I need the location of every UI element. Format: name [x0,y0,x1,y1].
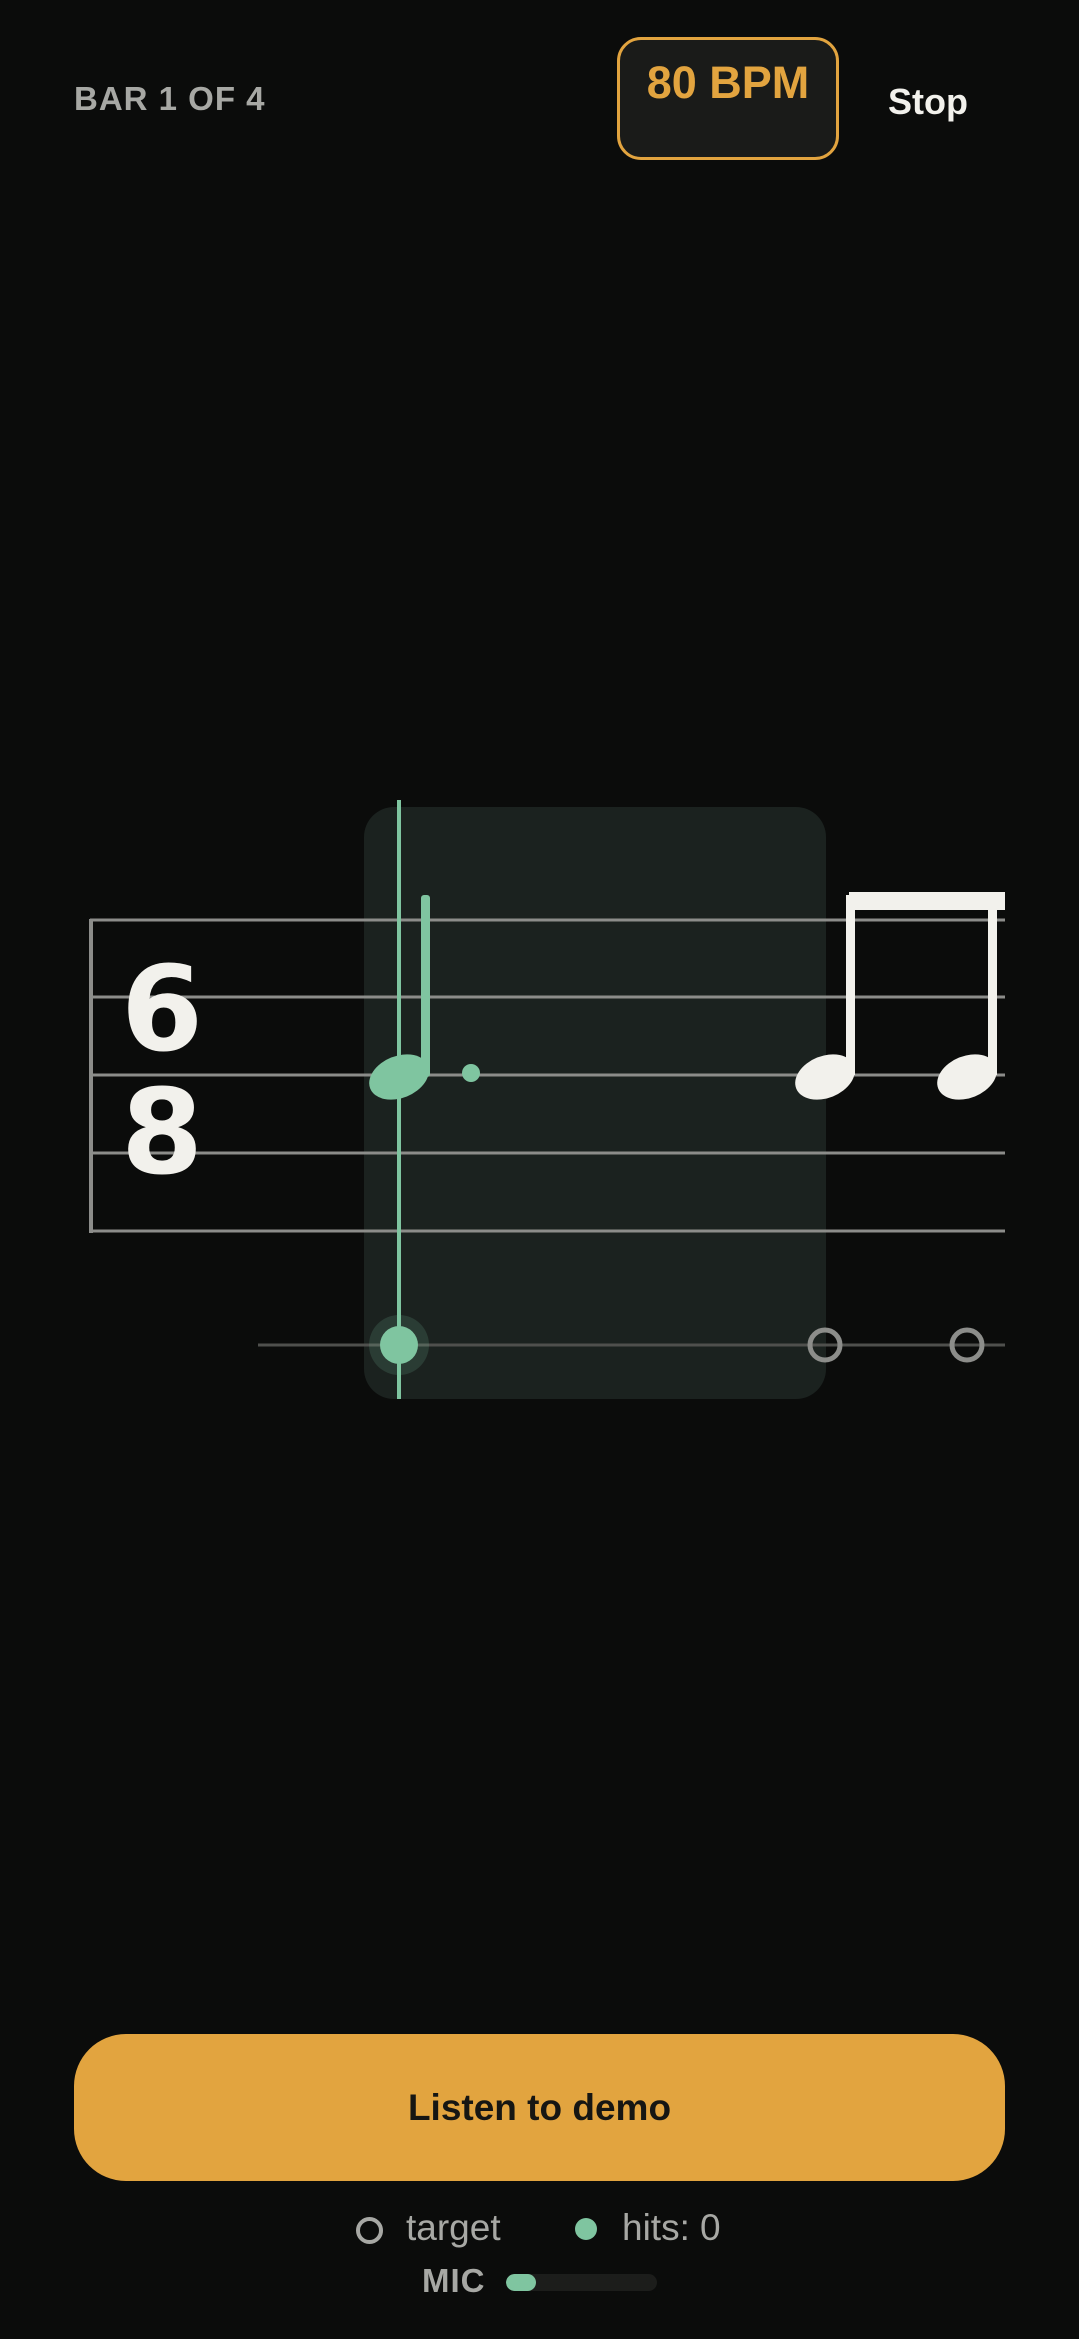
mic-level-meter [506,2274,657,2291]
active-beat-highlight [364,807,826,1399]
hit-dot-icon [575,2218,597,2240]
beam [849,892,1005,910]
target-ring-icon [356,2217,383,2244]
practice-screen: BAR 1 OF 4 80 BPM Stop 6 8 Listen to dem… [0,0,1079,2339]
mic-label: MIC [422,2262,486,2299]
legend-hits-label: hits: [622,2207,690,2248]
stop-button[interactable]: Stop [868,72,988,132]
time-signature-numerator: 6 [121,940,203,1078]
time-signature-denominator: 8 [121,1063,203,1201]
bar-counter: BAR 1 OF 4 [74,80,266,117]
hits-count: 0 [700,2207,721,2248]
legend: target hits: 0 [0,2205,1079,2255]
notation-staff: 6 8 [89,800,1005,1399]
mic-level-fill [506,2274,537,2291]
tempo-button[interactable]: 80 BPM [617,37,839,160]
beat-marker-current [369,1315,429,1375]
listen-demo-button[interactable]: Listen to demo [74,2034,1005,2181]
legend-target-label: target [406,2207,501,2248]
augmentation-dot [462,1064,480,1082]
